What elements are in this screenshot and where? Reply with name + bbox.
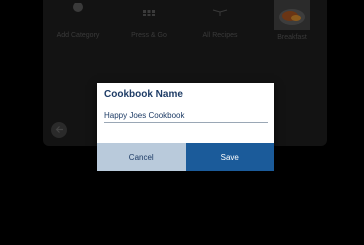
dialog-title: Cookbook Name bbox=[104, 89, 183, 100]
save-button[interactable]: Save bbox=[185, 143, 274, 171]
grid-icon bbox=[142, 2, 156, 21]
tile-press-and-go[interactable]: Press & Go bbox=[114, 0, 184, 46]
cookbook-name-input[interactable] bbox=[104, 108, 268, 123]
cancel-button[interactable]: Cancel bbox=[97, 143, 186, 171]
tile-label: Press & Go bbox=[131, 32, 167, 39]
food-thumbnail bbox=[274, 0, 310, 35]
tile-breakfast[interactable]: Breakfast bbox=[257, 0, 327, 46]
dialog-button-row: Cancel Save bbox=[97, 143, 274, 171]
back-button[interactable] bbox=[51, 122, 67, 138]
plus-circle-icon bbox=[72, 2, 84, 20]
tile-all-recipes[interactable]: All Recipes bbox=[185, 0, 255, 46]
tile-label: All Recipes bbox=[202, 32, 238, 39]
tile-add-category[interactable]: Add Category bbox=[43, 0, 113, 46]
back-arrow-icon bbox=[55, 121, 64, 139]
tile-label: Breakfast bbox=[277, 34, 307, 41]
cookbook-name-dialog: Cookbook Name Cancel Save bbox=[97, 83, 274, 171]
tile-label: Add Category bbox=[56, 32, 100, 39]
book-icon bbox=[212, 2, 228, 21]
